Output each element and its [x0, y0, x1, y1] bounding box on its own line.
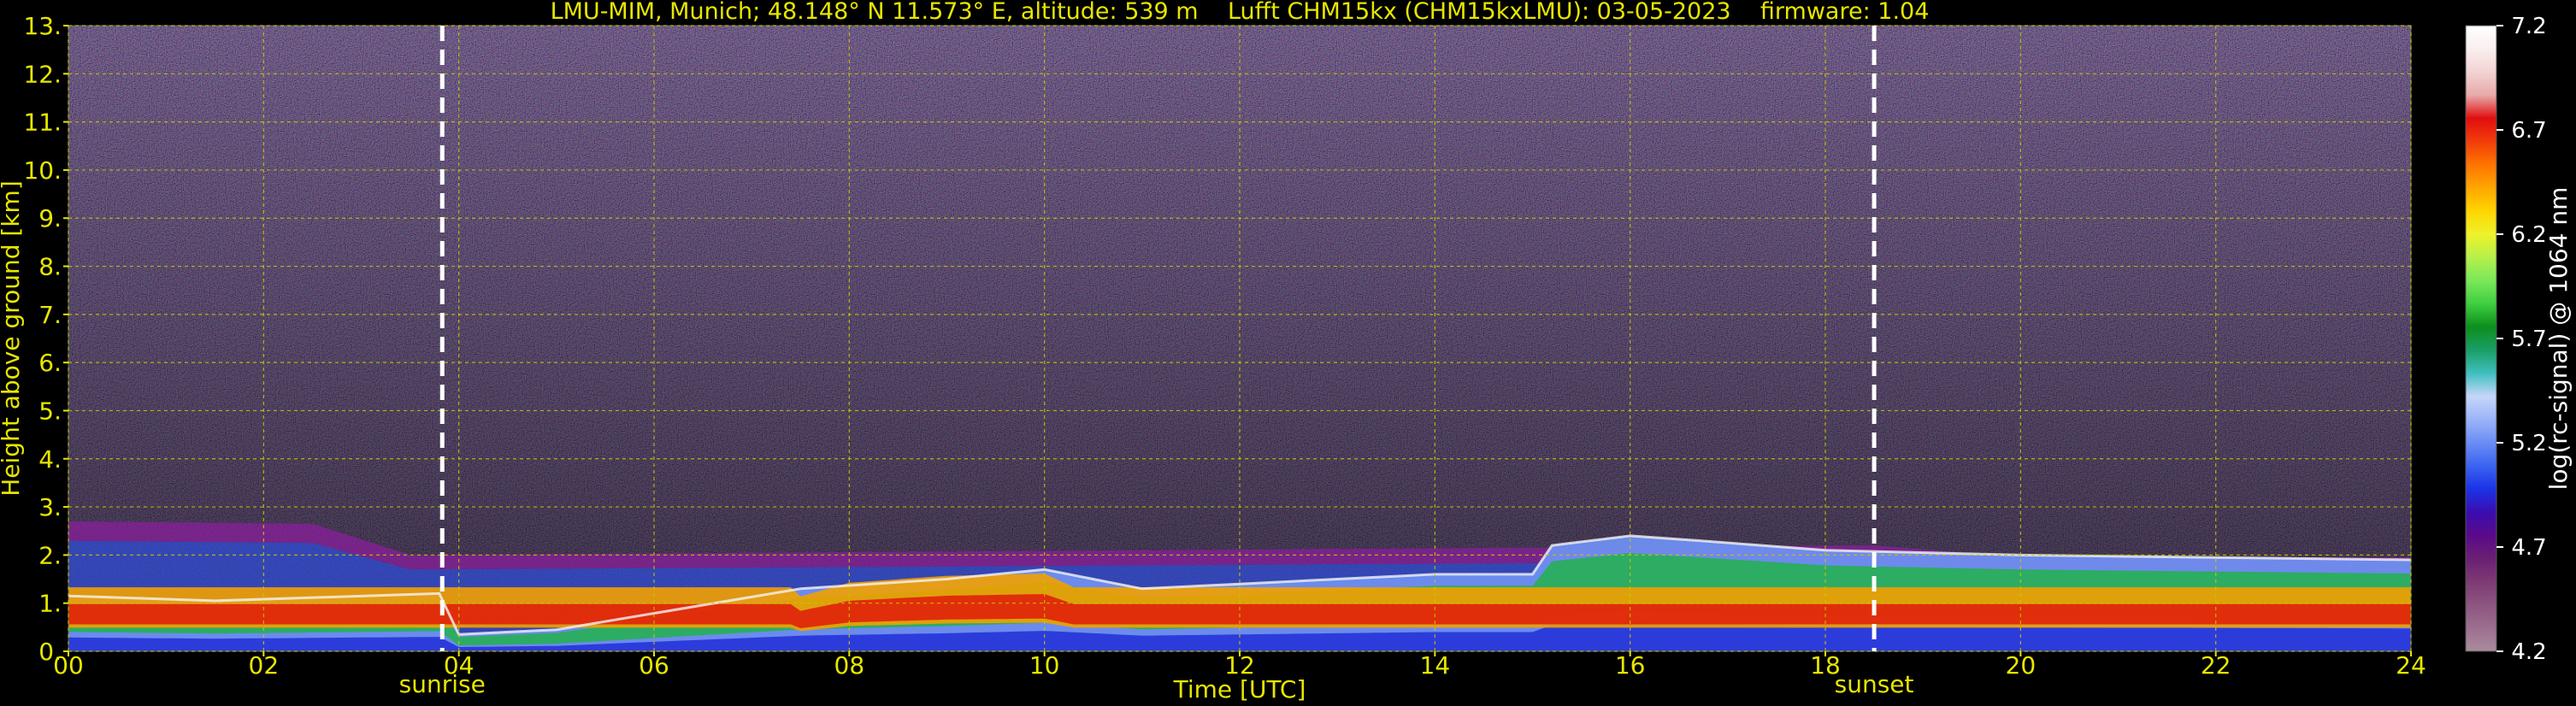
colorbar-tick-label: 7.2	[2511, 14, 2546, 39]
ceilometer-figure: LMU-MIM, Munich; 48.148° N 11.573° E, al…	[0, 0, 2573, 703]
x-tick-label: 24	[2396, 651, 2426, 680]
y-tick-label: 2.	[38, 541, 62, 569]
x-tick-label: 18	[1810, 651, 1841, 680]
x-tick-label: 20	[2006, 651, 2037, 680]
plot-area	[68, 26, 2411, 651]
colorbar-tick-label: 4.2	[2511, 639, 2546, 665]
y-tick-label: 11.	[23, 109, 62, 137]
x-tick-label: 02	[249, 651, 280, 680]
colorbar-tick-label: 5.7	[2511, 327, 2546, 352]
x-tick-label: 10	[1029, 651, 1060, 680]
y-tick-label: 4.	[38, 445, 62, 474]
y-tick-label: 10.	[23, 156, 62, 185]
x-tick-label: 14	[1420, 651, 1451, 680]
x-tick-label: 08	[834, 651, 865, 680]
colorbar-label: log(rc-signal) @ 1064 nm	[2544, 187, 2573, 491]
y-tick-label: 1.	[38, 590, 62, 618]
y-tick-label: 3.	[38, 493, 62, 521]
y-axis-label: Height above ground [km]	[0, 180, 25, 497]
y-tick-label: 9.	[38, 204, 62, 232]
colorbar-ticks: 4.2 4.7 5.2 5.7 6.2 6.7 7.2	[2496, 14, 2547, 665]
x-tick-label: 04	[444, 651, 475, 680]
x-tick-label: 22	[2201, 651, 2231, 680]
y-tick-label: 12.	[23, 60, 62, 88]
colorbar-tick-label: 6.2	[2511, 222, 2546, 248]
y-tick-label: 0.	[38, 638, 62, 666]
sun-marker-label: sunset	[1835, 670, 1914, 698]
x-tick-label: 06	[639, 651, 669, 680]
colorbar-scale	[2465, 25, 2497, 652]
y-tick-label: 13.	[23, 12, 62, 40]
colorbar: 4.2 4.7 5.2 5.7 6.2 6.7 7.2 log(rc-signal) @ 1…	[2465, 14, 2573, 665]
chart-title: LMU-MIM, Munich; 48.148° N 11.573° E, al…	[551, 0, 1930, 25]
y-tick-label: 7.	[38, 301, 62, 329]
colorbar-tick-label: 4.7	[2511, 535, 2546, 561]
y-tick-label: 5.	[38, 397, 62, 425]
y-tick-label: 8.	[38, 253, 62, 281]
colorbar-tick-label: 6.7	[2511, 118, 2546, 144]
colorbar-tick-label: 5.2	[2511, 431, 2546, 456]
y-tick-label: 6.	[38, 349, 62, 377]
x-tick-label: 16	[1615, 651, 1646, 680]
x-axis-label: Time [UTC]	[1173, 675, 1306, 703]
y-axis: 0. 1. 2. 3. 4. 5. 6. 7. 8. 9. 10. 11. 12. 13.	[23, 12, 68, 666]
